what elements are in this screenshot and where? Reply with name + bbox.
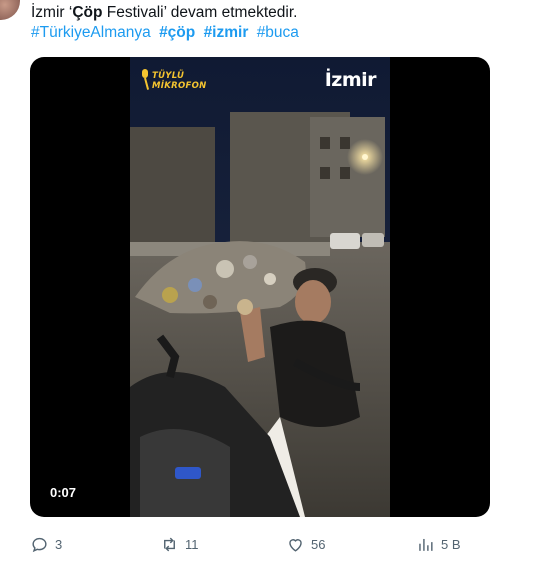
heart-icon xyxy=(289,538,302,552)
hashtag-turkiyealmanya[interactable]: #TürkiyeAlmanya xyxy=(31,24,151,41)
retweet-button[interactable]: 11 xyxy=(160,532,199,556)
reply-button[interactable]: 3 xyxy=(30,532,62,556)
tweet-text: İzmir ‘Çöp Festivali’ devam etmektedir. xyxy=(31,2,297,24)
like-button[interactable]: 56 xyxy=(286,532,325,556)
retweet-icon xyxy=(164,537,175,551)
reply-count: 3 xyxy=(55,536,63,552)
avatar[interactable] xyxy=(0,0,20,20)
views-button[interactable]: 5 B xyxy=(416,532,461,556)
views-chart-icon xyxy=(419,538,433,551)
like-count: 56 xyxy=(311,536,326,552)
logo-line-2: MİKROFON xyxy=(152,81,207,91)
microphone-icon xyxy=(142,69,150,90)
izmir-logo: İzmir xyxy=(324,69,377,91)
video-player[interactable]: TÜYLÜ MİKROFON İzmir 0:07 xyxy=(30,57,490,517)
tweet-actions: 3 11 56 5 B xyxy=(30,532,500,556)
reply-icon xyxy=(32,537,47,552)
tuylu-mikrofon-logo: TÜYLÜ MİKROFON xyxy=(138,65,208,105)
hashtag-list: #TürkiyeAlmanya #çöp #izmir #buca xyxy=(31,22,303,44)
tweet-text-suffix: Festivali’ devam etmektedir. xyxy=(102,4,298,21)
hashtag-izmir[interactable]: #izmir xyxy=(204,24,249,41)
video-timestamp: 0:07 xyxy=(50,485,77,500)
hashtag-cop[interactable]: #çöp xyxy=(159,24,195,41)
hashtag-buca[interactable]: #buca xyxy=(257,24,299,41)
video-scene-image xyxy=(130,57,390,517)
tweet-text-bold: Çöp xyxy=(72,4,103,21)
retweet-count: 11 xyxy=(185,536,199,552)
views-count: 5 B xyxy=(441,536,461,552)
tweet-text-prefix: İzmir ‘ xyxy=(31,4,73,21)
logo-line-1: TÜYLÜ xyxy=(152,71,185,81)
video-frame[interactable]: TÜYLÜ MİKROFON İzmir xyxy=(130,57,390,517)
